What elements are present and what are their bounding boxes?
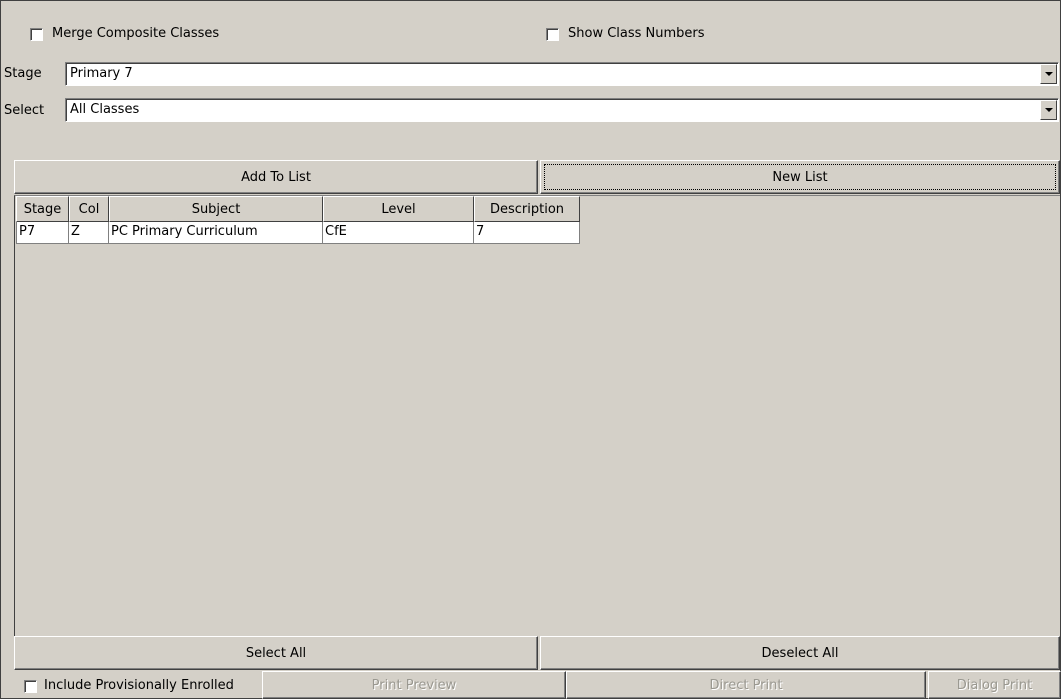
dialog-print-button[interactable]: Dialog Print [928,671,1061,699]
stage-select[interactable]: Primary 7 [65,62,1059,86]
chevron-down-icon [1044,72,1053,76]
header-label: Stage [23,201,62,217]
select-all-button[interactable]: Select All [14,636,538,670]
stage-dropdown-button[interactable] [1040,64,1057,84]
dialog-print-label: Dialog Print [956,677,1033,693]
add-to-list-button[interactable]: Add To List [14,160,538,194]
class-select[interactable]: All Classes [65,98,1059,122]
class-select-value: All Classes [70,102,140,117]
class-table[interactable]: Stage Col Subject Level Description P7 Z… [14,195,1060,636]
direct-print-button[interactable]: Direct Print [566,671,926,699]
column-header-col[interactable]: Col [69,196,109,222]
class-dropdown-button[interactable] [1040,100,1057,120]
new-list-label: New List [772,169,828,185]
include-provisionally-label: Include Provisionally Enrolled [44,678,234,693]
merge-composite-label: Merge Composite Classes [52,26,220,41]
direct-print-label: Direct Print [709,677,783,693]
show-class-numbers-checkbox[interactable] [546,28,559,41]
header-label: Col [78,201,100,217]
column-header-subject[interactable]: Subject [109,196,323,222]
cell-level[interactable]: CfE [323,222,474,244]
column-header-level[interactable]: Level [323,196,474,222]
header-label: Subject [191,201,241,217]
chevron-down-icon [1044,108,1053,112]
select-label: Select [4,103,45,118]
new-list-button[interactable]: New List [540,160,1060,194]
deselect-all-label: Deselect All [761,645,839,661]
print-preview-button[interactable]: Print Preview [262,671,566,699]
cell-subject[interactable]: PC Primary Curriculum [109,222,323,244]
cell-description[interactable]: 7 [474,222,580,244]
merge-composite-checkbox[interactable] [30,28,43,41]
select-all-label: Select All [245,645,307,661]
stage-select-value: Primary 7 [70,66,133,81]
header-label: Level [381,201,416,217]
cell-stage[interactable]: P7 [16,222,69,244]
column-header-description[interactable]: Description [474,196,580,222]
deselect-all-button[interactable]: Deselect All [540,636,1060,670]
show-class-numbers-label: Show Class Numbers [568,26,705,41]
print-preview-label: Print Preview [371,677,457,693]
stage-label: Stage [4,66,42,81]
column-header-stage[interactable]: Stage [16,196,69,222]
add-to-list-label: Add To List [241,169,311,185]
include-provisionally-checkbox[interactable] [24,680,37,693]
header-label: Description [489,201,565,217]
cell-col[interactable]: Z [69,222,109,244]
